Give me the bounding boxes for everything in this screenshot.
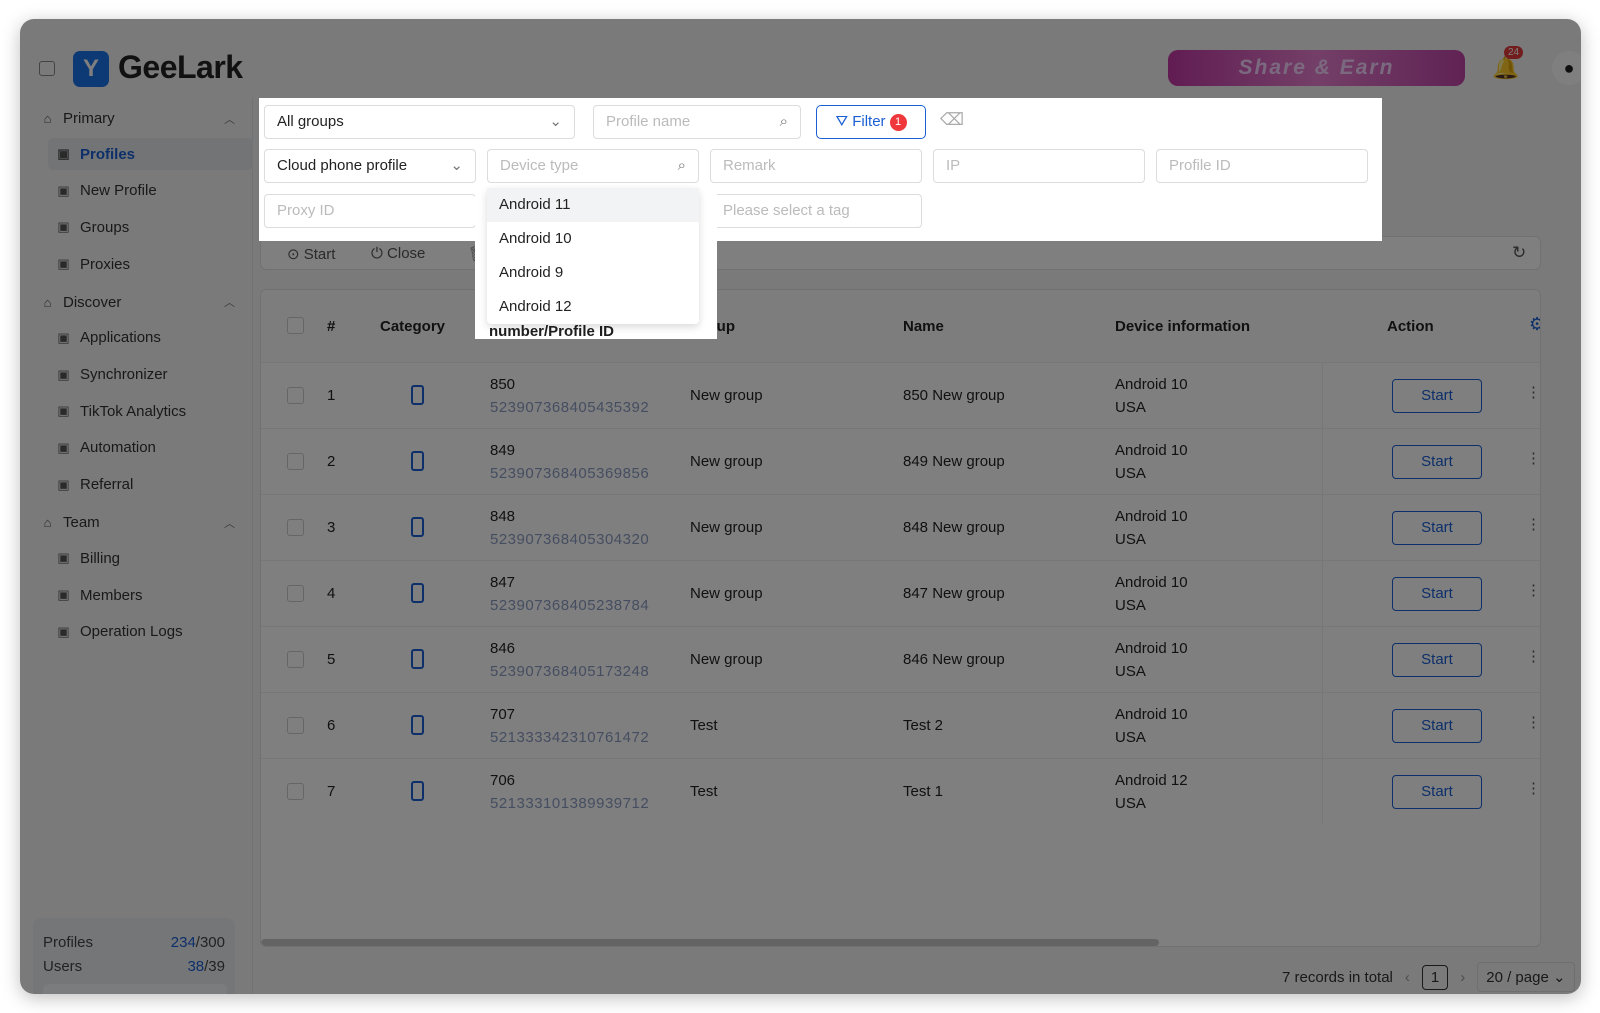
ip-placeholder: IP — [946, 157, 961, 174]
filter-panel: All groups ⌄ Profile name ⌕ ⛛ Filter 1 ⌫ Cl… — [259, 98, 1382, 241]
device-type-option[interactable]: Android 11 — [487, 188, 699, 222]
remark-input[interactable]: Remark — [710, 149, 922, 183]
proxy-id-placeholder: Proxy ID — [277, 202, 335, 219]
header-id-fragment: number/Profile ID — [489, 325, 615, 339]
device-type-option[interactable]: Android 10 — [487, 222, 699, 256]
profile-id-placeholder: Profile ID — [1169, 157, 1231, 174]
chevron-down-icon: ⌄ — [549, 113, 562, 130]
search-icon: ⌕ — [779, 113, 788, 130]
device-type-input[interactable]: Device type ⌕ — [487, 149, 699, 183]
filter-label: Filter — [852, 113, 886, 130]
profile-id-input[interactable]: Profile ID — [1156, 149, 1368, 183]
profile-type-value: Cloud phone profile — [277, 157, 408, 174]
filter-count-badge: 1 — [889, 114, 907, 131]
filter-icon: ⛛ — [835, 113, 849, 130]
search-icon: ⌕ — [677, 157, 686, 174]
tag-select[interactable]: Please select a tag — [710, 194, 922, 228]
group-select-value: All groups — [277, 113, 344, 130]
device-type-placeholder: Device type — [500, 157, 579, 174]
remark-placeholder: Remark — [723, 157, 776, 174]
tag-placeholder: Please select a tag — [723, 202, 850, 219]
device-type-option[interactable]: Android 9 — [487, 256, 699, 290]
profile-type-select[interactable]: Cloud phone profile ⌄ — [264, 149, 476, 183]
ip-input[interactable]: IP — [933, 149, 1145, 183]
group-select[interactable]: All groups ⌄ — [264, 105, 575, 139]
chevron-down-icon: ⌄ — [450, 157, 463, 174]
proxy-id-input[interactable]: Proxy ID — [264, 194, 476, 228]
device-type-dropdown: number/Profile ID Android 11 Android 10 An… — [475, 188, 717, 339]
filter-button[interactable]: ⛛ Filter 1 — [816, 105, 926, 139]
device-type-options: Android 11 Android 10 Android 9 Android 12 — [487, 188, 699, 324]
profile-name-input[interactable]: Profile name ⌕ — [593, 105, 801, 139]
profile-name-placeholder: Profile name — [606, 113, 691, 130]
clear-filter-icon[interactable]: ⌫ — [940, 110, 964, 130]
device-type-option[interactable]: Android 12 — [487, 290, 699, 324]
